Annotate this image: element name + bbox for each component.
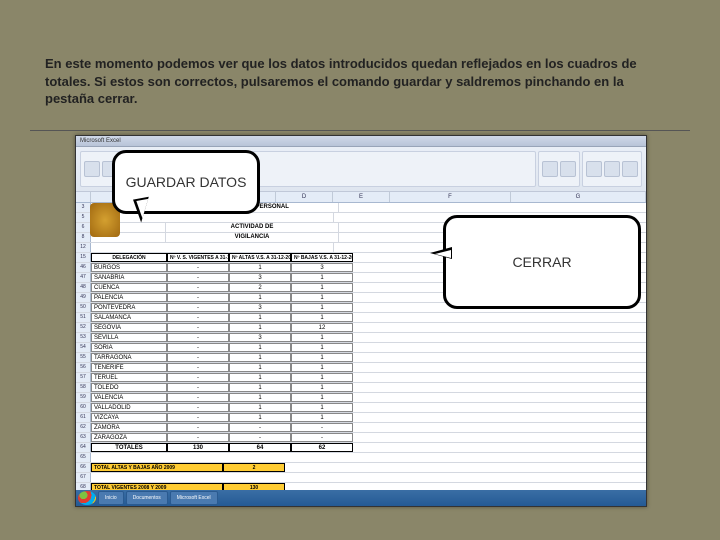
ribbon-button[interactable] (586, 161, 602, 177)
table-row[interactable]: 51SALAMANCA-11 (76, 313, 646, 323)
table-row[interactable]: 58TOLEDO-11 (76, 383, 646, 393)
ribbon-button[interactable] (604, 161, 620, 177)
table-row[interactable]: 62ZAMORA--- (76, 423, 646, 433)
task-item[interactable]: Inicio (98, 491, 124, 505)
start-button-icon[interactable] (78, 491, 96, 505)
table-row[interactable]: 63ZARAGOZA--- (76, 433, 646, 443)
callout-tail (430, 247, 452, 259)
slide-caption: En este momento podemos ver que los dato… (45, 55, 675, 108)
table-row[interactable]: 57TERUEL-11 (76, 373, 646, 383)
task-item[interactable]: Documentos (126, 491, 168, 505)
table-row[interactable]: 55TARRAGONA-11 (76, 353, 646, 363)
table-row[interactable]: 54SORIA-11 (76, 343, 646, 353)
ribbon-button[interactable] (622, 161, 638, 177)
ribbon-button[interactable] (560, 161, 576, 177)
table-row[interactable]: 61VIZCAYA-11 (76, 413, 646, 423)
taskbar: Inicio Documentos Microsoft Excel (76, 490, 646, 506)
divider (30, 130, 690, 131)
task-item[interactable]: Microsoft Excel (170, 491, 218, 505)
table-row[interactable]: 52SEGOVIA-112 (76, 323, 646, 333)
ribbon-button[interactable] (84, 161, 100, 177)
table-row[interactable]: 59VALENCIA-11 (76, 393, 646, 403)
table-row[interactable]: 53SEVILLA-31 (76, 333, 646, 343)
table-row[interactable]: 56TENERIFE-11 (76, 363, 646, 373)
ribbon-button[interactable] (542, 161, 558, 177)
callout-cerrar: CERRAR (443, 215, 641, 309)
window-titlebar: Microsoft Excel (76, 136, 646, 147)
table-row[interactable]: 60VALLADOLID-11 (76, 403, 646, 413)
